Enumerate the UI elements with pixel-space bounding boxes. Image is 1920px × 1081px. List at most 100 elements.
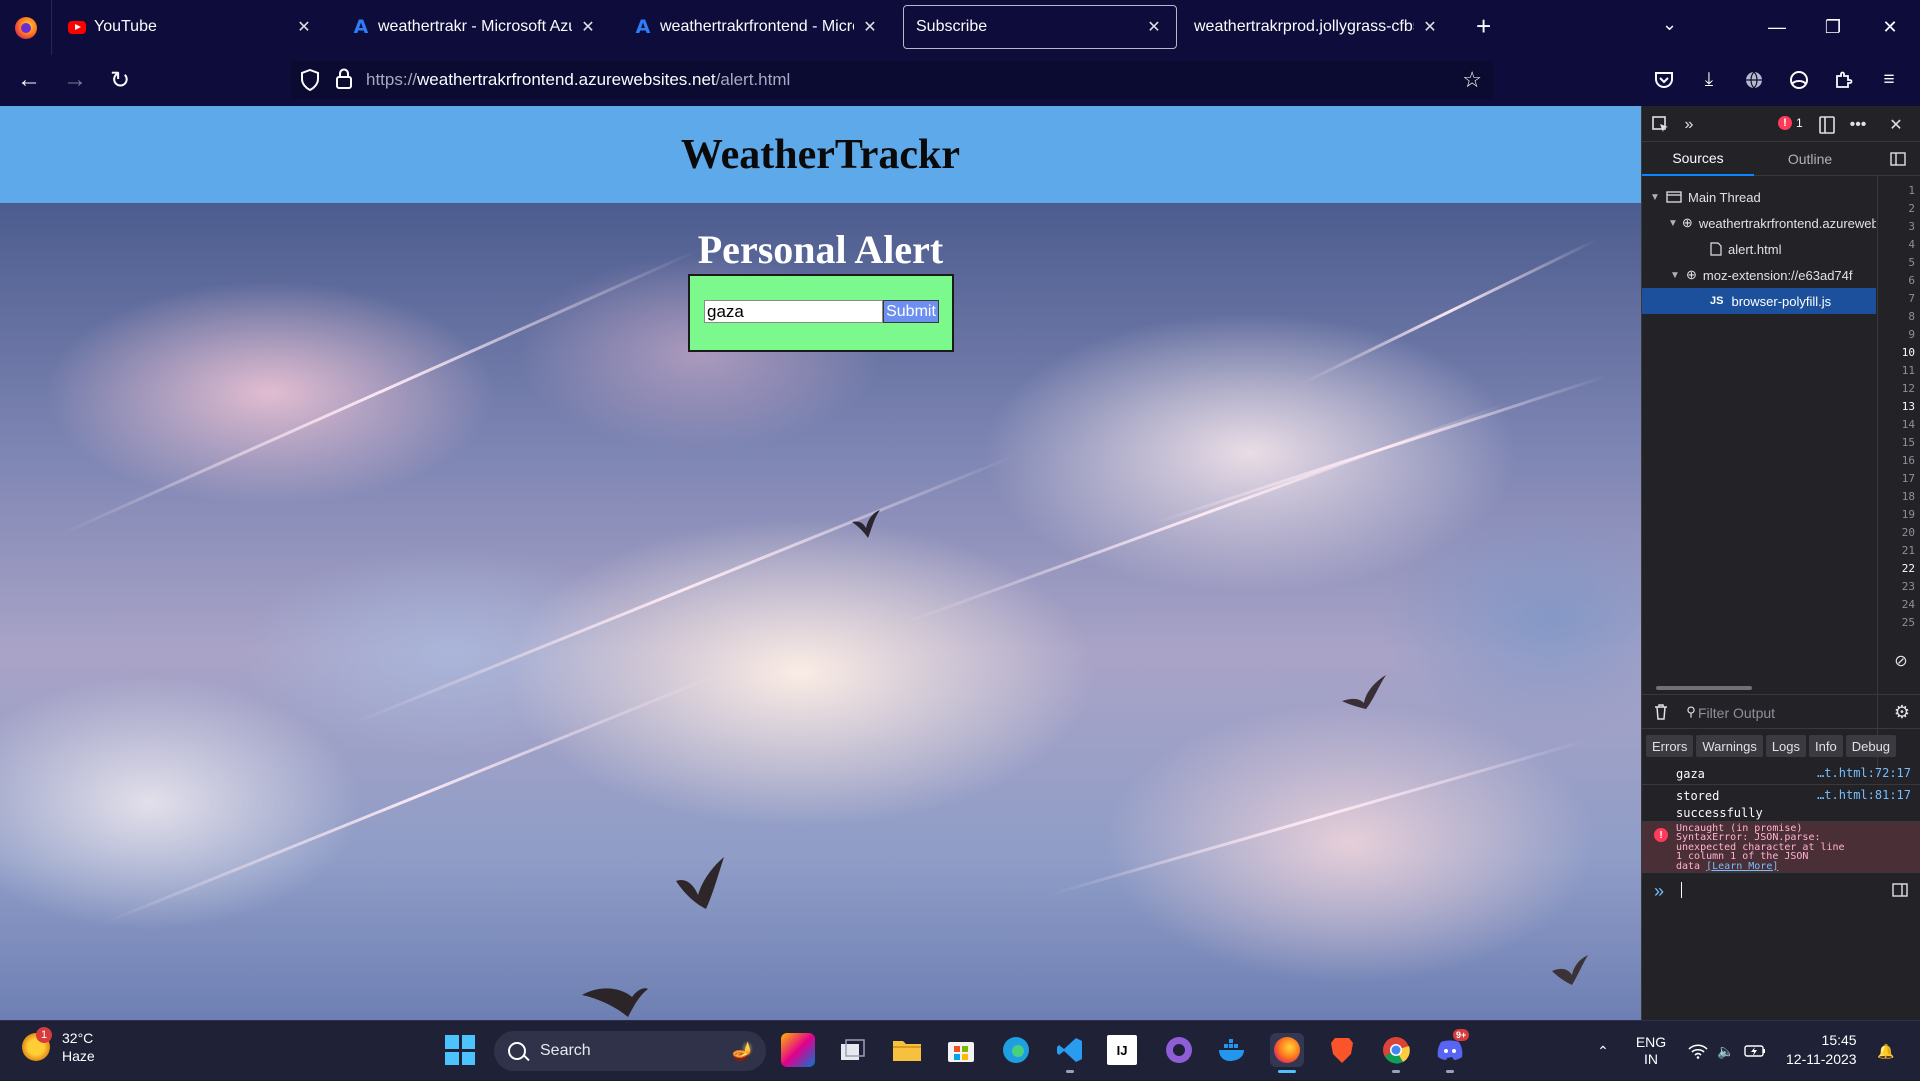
globe-icon: ⊕	[1686, 267, 1697, 282]
tree-item-alert-html[interactable]: alert.html	[1642, 236, 1876, 262]
chrome-icon[interactable]	[1379, 1033, 1413, 1073]
discord-badge: 9+	[1453, 1029, 1470, 1041]
console-input[interactable]: »	[1642, 873, 1920, 907]
tab-azure-frontend[interactable]: A weathertrakrfrontend - Microsoft Azure…	[622, 5, 892, 49]
filter-warnings-button[interactable]: Warnings	[1696, 735, 1763, 757]
restore-button[interactable]: ❐	[1805, 0, 1861, 55]
learn-more-link[interactable]: [Learn More]	[1706, 861, 1778, 872]
lock-icon[interactable]	[335, 68, 353, 90]
system-clock[interactable]: 15:45 12-11-2023	[1786, 1031, 1857, 1069]
minimize-button[interactable]: —	[1749, 0, 1805, 55]
search-icon	[508, 1042, 526, 1060]
file-explorer-icon[interactable]	[890, 1033, 924, 1067]
filter-info-button[interactable]: Info	[1809, 735, 1843, 757]
pocket-icon[interactable]	[1651, 67, 1677, 93]
bird-silhouette	[1342, 675, 1386, 709]
battery-icon[interactable]	[1740, 1021, 1770, 1081]
tab-title: weathertrakrfrontend - Microsoft Azure	[660, 18, 854, 35]
bookmark-star-icon[interactable]: ☆	[1462, 67, 1482, 93]
console-message: stored successfully …t.html:81:17	[1642, 785, 1920, 822]
expand-caret-icon: ▼	[1670, 269, 1680, 281]
disable-breakpoints-icon[interactable]: ⊘	[1890, 650, 1912, 672]
back-button[interactable]: ←	[12, 63, 46, 97]
element-picker-icon[interactable]	[1650, 114, 1672, 136]
sources-tree: ▼ Main Thread ▼ ⊕ weathertrakrfrontend.a…	[1642, 184, 1876, 684]
line-number: 10	[1901, 346, 1915, 359]
city-input[interactable]	[704, 300, 883, 323]
close-tab-icon[interactable]: ✕	[860, 17, 880, 37]
microsoft-store-icon[interactable]	[944, 1033, 978, 1067]
line-number: 25	[1901, 616, 1915, 629]
filter-errors-button[interactable]: Errors	[1646, 735, 1694, 757]
tree-item-main-thread[interactable]: ▼ Main Thread	[1642, 184, 1876, 210]
firefox-view-button[interactable]	[0, 0, 52, 55]
toggle-sidebar-icon[interactable]	[1887, 148, 1909, 170]
tab-weathertrakrprod[interactable]: weathertrakrprod.jollygrass-cfb56ce ✕	[1182, 5, 1452, 49]
account-icon[interactable]	[1786, 67, 1812, 93]
address-bar[interactable]: https://weathertrakrfrontend.azurewebsit…	[290, 61, 1494, 99]
error-count-badge[interactable]: ! 1	[1778, 116, 1803, 130]
tree-item-origin[interactable]: ▼ ⊕ weathertrakrfrontend.azurewebsites.n…	[1642, 210, 1876, 236]
show-hidden-icons-chevron[interactable]: ⌃	[1590, 1021, 1616, 1081]
message-source-link[interactable]: …t.html:72:17	[1817, 766, 1911, 780]
close-tab-icon[interactable]: ✕	[294, 17, 314, 37]
copilot-icon[interactable]	[781, 1033, 815, 1067]
close-tab-icon[interactable]: ✕	[1144, 17, 1164, 37]
reload-button[interactable]: ↻	[103, 63, 137, 97]
close-tab-icon[interactable]: ✕	[1420, 17, 1440, 37]
close-window-button[interactable]: ✕	[1862, 0, 1918, 55]
devtools-options-icon[interactable]: •••	[1847, 114, 1869, 136]
wifi-icon[interactable]	[1684, 1021, 1712, 1081]
message-text: stored successfully	[1676, 789, 1763, 820]
github-desktop-icon[interactable]	[1162, 1033, 1196, 1067]
message-source-link[interactable]: …t.html:81:17	[1817, 788, 1911, 802]
submit-button[interactable]: Submit	[883, 300, 939, 323]
responsive-design-icon[interactable]	[1816, 114, 1838, 136]
horizontal-scrollbar[interactable]	[1656, 686, 1752, 690]
docker-icon[interactable]	[1216, 1033, 1250, 1067]
notification-bell-icon[interactable]: 🔔	[1872, 1021, 1900, 1081]
tab-azure-weathertrakr[interactable]: A weathertrakr - Microsoft Azure ✕	[340, 5, 610, 49]
taskbar-search[interactable]: Search 🪔	[494, 1031, 766, 1071]
brave-icon[interactable]	[1325, 1033, 1359, 1067]
url-text[interactable]: https://weathertrakrfrontend.azurewebsit…	[366, 70, 790, 90]
bird-silhouette	[676, 857, 724, 909]
filter-debug-button[interactable]: Debug	[1845, 735, 1897, 757]
intellij-icon[interactable]: IJ	[1107, 1035, 1137, 1065]
task-view-icon[interactable]	[836, 1033, 870, 1067]
menu-icon[interactable]: ≡	[1876, 67, 1902, 93]
bird-silhouette	[1552, 955, 1588, 985]
vscode-icon[interactable]	[1053, 1033, 1087, 1073]
close-tab-icon[interactable]: ✕	[578, 17, 598, 37]
extensions-icon[interactable]	[1831, 67, 1857, 93]
tab-sources[interactable]: Sources	[1642, 142, 1754, 176]
clear-console-trash-icon[interactable]	[1650, 701, 1672, 723]
edge-icon[interactable]	[999, 1033, 1033, 1067]
tree-item-extension[interactable]: ▼ ⊕ moz-extension://e63ad74f	[1642, 262, 1876, 288]
downloads-icon[interactable]: ⤓	[1696, 67, 1722, 93]
filter-logs-button[interactable]: Logs	[1765, 735, 1807, 757]
tab-youtube[interactable]: YouTube ✕	[56, 5, 326, 49]
line-number: 17	[1901, 472, 1915, 485]
language-indicator[interactable]: ENG IN	[1628, 1021, 1674, 1081]
firefox-taskbar-icon[interactable]	[1270, 1033, 1304, 1073]
new-tab-button[interactable]: +	[1476, 12, 1491, 40]
weather-widget[interactable]: 1 32°C Haze	[22, 1027, 95, 1065]
tab-outline[interactable]: Outline	[1754, 142, 1866, 176]
forward-button[interactable]: →	[58, 63, 92, 97]
editor-mode-icon[interactable]	[1889, 879, 1911, 901]
tab-subscribe[interactable]: Subscribe ✕	[903, 5, 1177, 49]
tracking-protection-icon[interactable]	[300, 69, 320, 91]
close-devtools-icon[interactable]: ✕	[1885, 114, 1907, 136]
tree-item-browser-polyfill[interactable]: JS browser-polyfill.js	[1642, 288, 1876, 314]
globe-icon[interactable]	[1741, 67, 1767, 93]
tab-title: weathertrakrprod.jollygrass-cfb56ce	[1194, 18, 1414, 35]
filter-output-input[interactable]: Filter Output	[1698, 705, 1775, 721]
list-all-tabs-button[interactable]: ⌄	[1662, 14, 1677, 35]
console-settings-gear-icon[interactable]: ⚙	[1891, 701, 1913, 723]
start-button[interactable]	[445, 1035, 475, 1065]
line-number: 5	[1908, 256, 1915, 269]
discord-icon[interactable]: 9+	[1433, 1029, 1470, 1073]
more-tools-chevron-icon[interactable]: »	[1678, 114, 1700, 136]
volume-icon[interactable]: 🔈	[1712, 1021, 1740, 1081]
